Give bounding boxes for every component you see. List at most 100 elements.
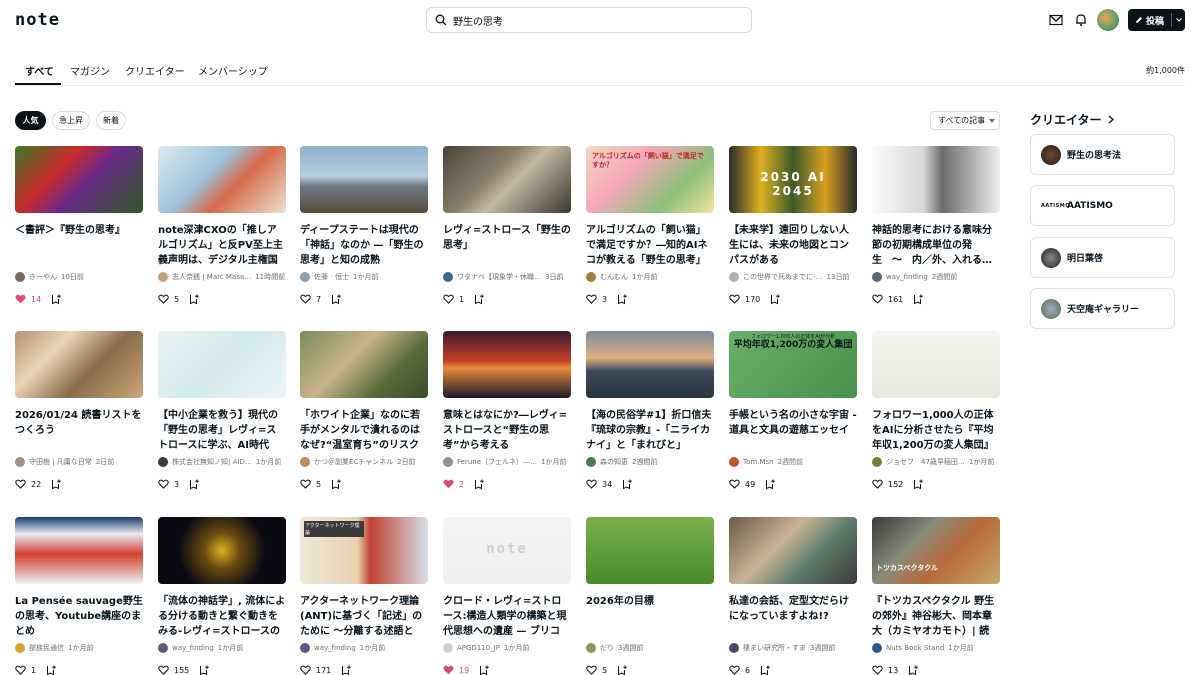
article-thumbnail[interactable]: アルゴリズムの「飼い猫」で満足ですか？ xyxy=(586,146,714,213)
article-thumbnail[interactable] xyxy=(158,331,286,398)
author-name[interactable]: むんむん xyxy=(600,272,628,282)
like-button[interactable]: 13 xyxy=(872,665,898,675)
author-name[interactable]: かつ＠副業ECチャンネル xyxy=(314,457,393,467)
like-button[interactable]: 171 xyxy=(300,665,331,675)
article-title[interactable]: 神話的思考における意味分節の初期構成単位の発生 〜 内／外、入れる… xyxy=(872,223,1000,268)
heart-icon[interactable] xyxy=(872,665,883,675)
author-name[interactable]: ジョセフ 47歳早稲田… xyxy=(886,457,965,467)
article-thumbnail[interactable] xyxy=(15,146,143,213)
like-button[interactable]: 170 xyxy=(729,294,760,304)
author-avatar[interactable] xyxy=(158,272,168,282)
like-button[interactable]: 49 xyxy=(729,479,755,489)
author-avatar[interactable] xyxy=(15,457,25,467)
note-logo[interactable]: note xyxy=(15,10,60,30)
tab-creator[interactable]: クリエイター xyxy=(125,63,185,78)
tab-membership[interactable]: メンバーシップ xyxy=(198,63,268,78)
article-card[interactable]: レヴィ=ストロース「野生の思考」 ワタナベ【現象学・休職… 3日前 1 xyxy=(443,146,571,305)
heart-icon[interactable] xyxy=(15,665,26,675)
author-avatar[interactable] xyxy=(443,272,453,282)
add-to-magazine-icon[interactable] xyxy=(474,479,485,490)
add-to-magazine-icon[interactable] xyxy=(199,665,210,675)
article-thumbnail[interactable] xyxy=(158,146,286,213)
author-avatar[interactable] xyxy=(586,643,596,653)
like-button[interactable]: 2 xyxy=(443,479,464,489)
heart-icon[interactable] xyxy=(300,665,311,675)
article-card[interactable]: 神話的思考における意味分節の初期構成単位の発生 〜 内／外、入れる… way_fi… xyxy=(872,146,1000,305)
chip-new[interactable]: 新着 xyxy=(96,111,126,130)
creator-card[interactable]: AATISMO AATISMO xyxy=(1030,185,1175,226)
author-avatar[interactable] xyxy=(443,457,453,467)
add-to-magazine-icon[interactable] xyxy=(770,294,781,305)
article-title[interactable]: 2026/01/24 読書リストをつくろう xyxy=(15,408,143,453)
heart-icon[interactable] xyxy=(872,479,883,489)
article-card[interactable]: note深津CXOの「推しアルゴリズム」と反PV至上主義声明は、デジタル主権国家… xyxy=(158,146,286,305)
post-dropdown-button[interactable] xyxy=(1171,13,1185,27)
like-button[interactable]: 19 xyxy=(443,665,469,675)
article-card[interactable]: 2026年の目標 だり 3週間前 5 xyxy=(586,517,714,675)
article-thumbnail[interactable]: フォロワー1,000人の正体をAIが分析 平均年収1,200万の変人集団 xyxy=(729,331,857,398)
author-name[interactable]: APGD110_JP xyxy=(457,644,500,652)
article-title[interactable]: 「ホワイト企業」なのに若手がメンタルで潰れるのはなぜ?“温室育ち”のリスクと… xyxy=(300,408,428,453)
author-avatar[interactable] xyxy=(872,643,882,653)
add-to-magazine-icon[interactable] xyxy=(341,665,352,675)
author-name[interactable]: Ferune（フェルネ）—… xyxy=(457,457,537,467)
like-button[interactable]: 161 xyxy=(872,294,903,304)
author-name[interactable]: way_finding xyxy=(314,644,356,652)
article-title[interactable]: ディープステートは現代の「神話」なのか —「野生の思考」と知の成熟 xyxy=(300,223,428,268)
article-card[interactable]: 【中小企業を救う】現代の「野生の思考」レヴィ=ストロースに学ぶ、AI時代の… 株式… xyxy=(158,331,286,490)
heart-icon[interactable] xyxy=(300,294,311,304)
article-thumbnail[interactable]: アクターネットワーク理論 xyxy=(300,517,428,584)
add-to-magazine-icon[interactable] xyxy=(617,665,628,675)
article-card[interactable]: note クロード・レヴィ=ストロース:構造人類学の構築と現代思想への遺産 — ブ… xyxy=(443,517,571,675)
article-thumbnail[interactable] xyxy=(872,146,1000,213)
author-name[interactable]: ワタナベ【現象学・休職… xyxy=(457,272,541,282)
article-title[interactable]: ＜書評＞『野生の思考』 xyxy=(15,223,143,268)
chip-trending[interactable]: 急上昇 xyxy=(52,111,90,130)
author-avatar[interactable] xyxy=(158,643,168,653)
author-name[interactable]: 志人奈銭 | Marc Masa… xyxy=(172,272,251,282)
author-avatar[interactable] xyxy=(15,643,25,653)
add-to-magazine-icon[interactable] xyxy=(189,294,200,305)
author-avatar[interactable] xyxy=(300,643,310,653)
author-avatar[interactable] xyxy=(300,272,310,282)
article-card[interactable]: 2026/01/24 読書リストをつくろう 守田樹 | 凡庸な日常 2日前 22 xyxy=(15,331,143,490)
article-card[interactable]: アルゴリズムの「飼い猫」で満足ですか？ アルゴリズムの「飼い猫」で満足ですか？―知… xyxy=(586,146,714,305)
author-name[interactable]: 森の知恵 xyxy=(600,457,628,467)
add-to-magazine-icon[interactable] xyxy=(617,294,628,305)
heart-icon[interactable] xyxy=(300,479,311,489)
add-to-magazine-icon[interactable] xyxy=(331,479,342,490)
like-button[interactable]: 34 xyxy=(586,479,612,489)
author-name[interactable]: 守田樹 | 凡庸な日常 xyxy=(29,457,92,467)
article-filter-select[interactable]: すべての記事 xyxy=(930,111,1000,130)
search-input[interactable] xyxy=(453,14,733,26)
article-thumbnail[interactable] xyxy=(300,146,428,213)
tab-magazine[interactable]: マガジン xyxy=(70,63,110,78)
like-button[interactable]: 14 xyxy=(15,294,41,304)
add-to-magazine-icon[interactable] xyxy=(46,665,57,675)
author-avatar[interactable] xyxy=(586,272,596,282)
heart-icon[interactable] xyxy=(586,479,597,489)
article-title[interactable]: フォロワー1,000人の正体をAIに分析させたら『平均年収1,200万の変人集団… xyxy=(872,408,1000,453)
heart-icon[interactable] xyxy=(15,294,26,304)
like-button[interactable]: 1 xyxy=(443,294,464,304)
like-button[interactable]: 1 xyxy=(15,665,36,675)
article-title[interactable]: レヴィ=ストロース「野生の思考」 xyxy=(443,223,571,268)
article-card[interactable]: トツカスペクタクル 『トツカスペクタクル 野生の郊外』神谷彬大、岡本章大（カミヤオ… xyxy=(872,517,1000,675)
add-to-magazine-icon[interactable] xyxy=(331,294,342,305)
heart-icon[interactable] xyxy=(872,294,883,304)
article-thumbnail[interactable] xyxy=(443,331,571,398)
add-to-magazine-icon[interactable] xyxy=(913,479,924,490)
article-title[interactable]: 意味とはなにか?―レヴィ=ストロースと“野生の思考”から考える xyxy=(443,408,571,453)
article-title[interactable]: note深津CXOの「推しアルゴリズム」と反PV至上主義声明は、デジタル主権国家… xyxy=(158,223,286,268)
like-button[interactable]: 5 xyxy=(300,479,321,489)
article-card[interactable]: 【海の民俗学#1】折口信夫『琉球の宗教』-「ニライカナイ」と「まれびと」 森の知恵… xyxy=(586,331,714,490)
heart-icon[interactable] xyxy=(729,479,740,489)
heart-icon[interactable] xyxy=(729,665,740,675)
author-name[interactable]: Nuts Book Stand xyxy=(886,644,944,652)
article-title[interactable]: 【未来学】遠回りしない人生には、未来の地図とコンパスがある xyxy=(729,223,857,268)
author-name[interactable]: きーやん xyxy=(29,272,57,282)
author-name[interactable]: だり xyxy=(600,643,614,653)
article-card[interactable]: 意味とはなにか?―レヴィ=ストロースと“野生の思考”から考える Ferune（フェ… xyxy=(443,331,571,490)
heart-icon[interactable] xyxy=(443,665,454,675)
article-thumbnail[interactable] xyxy=(586,331,714,398)
